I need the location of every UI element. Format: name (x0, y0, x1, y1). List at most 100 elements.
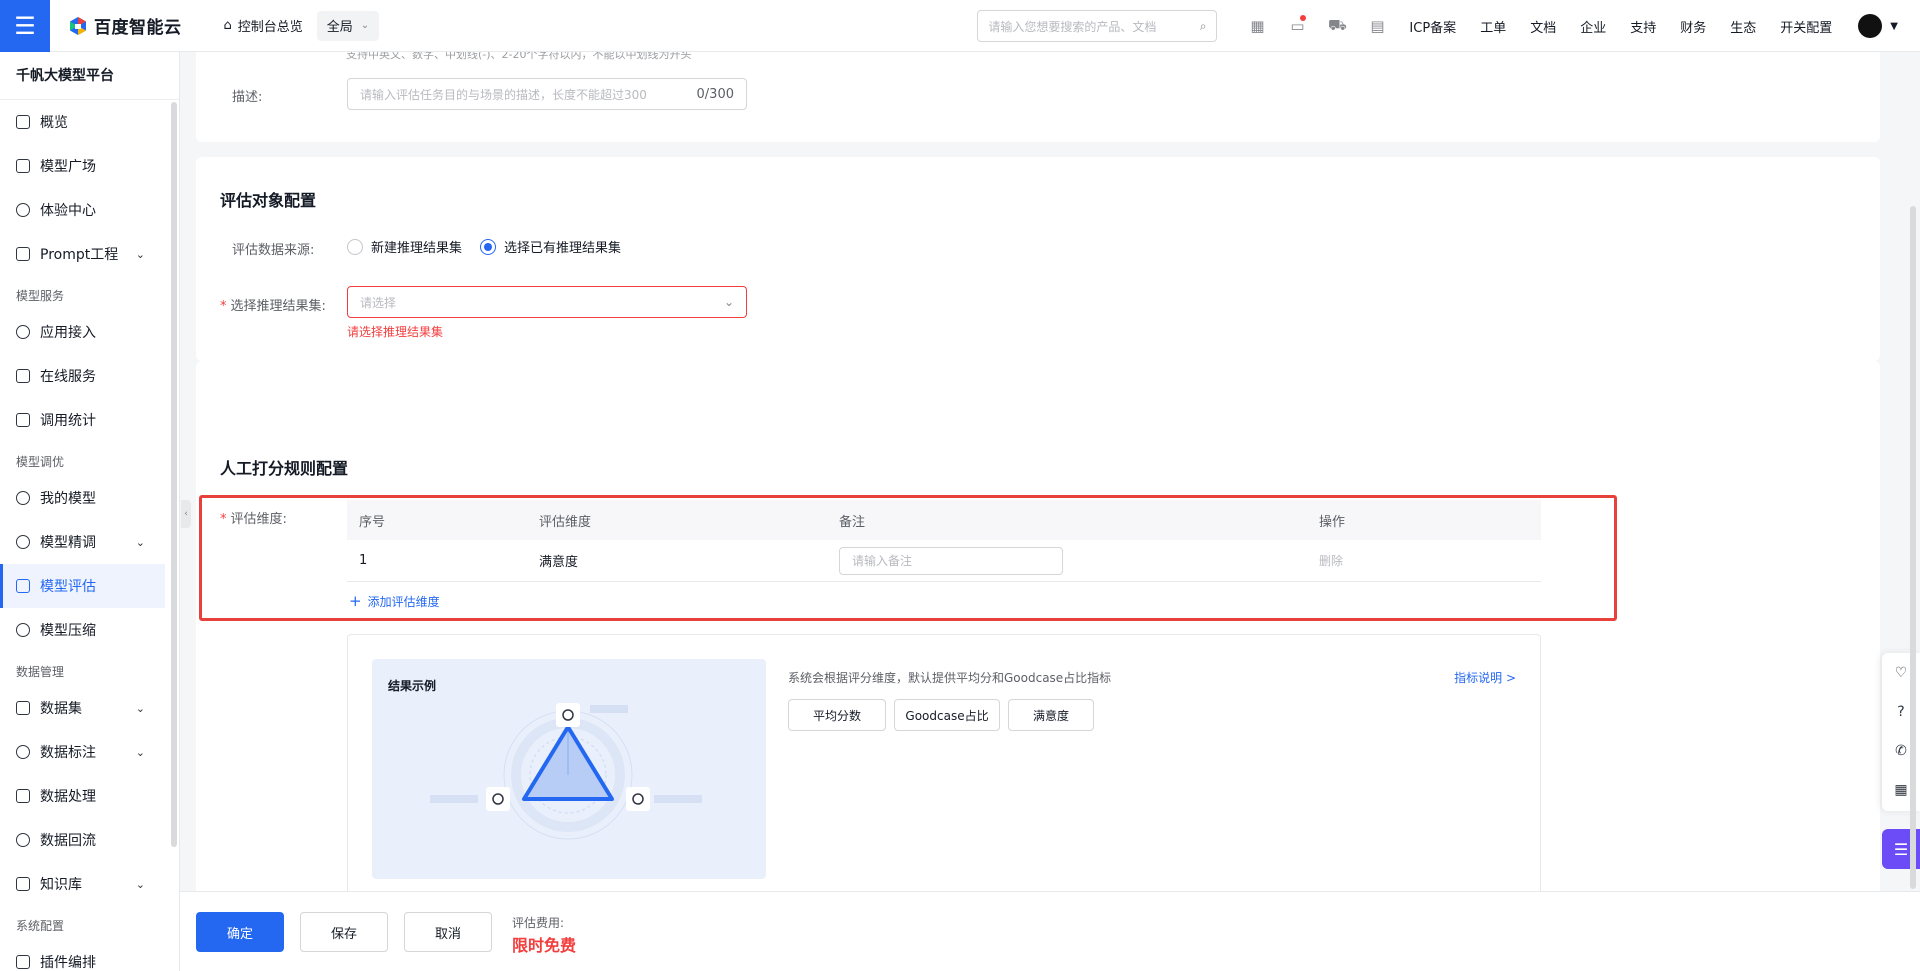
console-home-link[interactable]: ⌂ 控制台总览 (224, 16, 303, 35)
invoice-icon[interactable]: ▤ (1357, 17, 1397, 35)
sidebar-item-label: 数据回流 (40, 833, 96, 849)
add-dimension-label: 添加评估维度 (367, 594, 440, 609)
qrcode-icon[interactable]: ▦ (1237, 17, 1277, 35)
sidebar-item-online-service[interactable]: 在线服务 (0, 354, 165, 398)
desc-label: 描述: (232, 90, 263, 105)
basic-info-card: 支持中英文、数字、中划线(-)、2-20个字符以内，不能以中划线为开头 描述: … (196, 52, 1880, 142)
processing-icon (16, 789, 30, 803)
radio-circle (347, 238, 363, 255)
sidebar-item-label: Prompt工程 (40, 247, 119, 263)
delete-button[interactable]: 删除 (1319, 554, 1343, 568)
search-input[interactable]: 请输入您想要搜索的产品、文档 ⌕ (977, 10, 1218, 42)
radio-new-result-set[interactable]: 新建推理结果集 (347, 237, 462, 256)
remark-placeholder: 请输入备注 (852, 554, 913, 568)
sidebar-item-label: 在线服务 (40, 369, 96, 385)
sidebar-item-model-square[interactable]: 模型广场 (0, 144, 165, 188)
confirm-button[interactable]: 确定 (196, 912, 284, 952)
sidebar-item-annotation[interactable]: 数据标注 ⌄ (0, 730, 165, 774)
sidebar-collapse-handle[interactable]: ‹ (181, 500, 191, 528)
sidebar-item-dataset[interactable]: 数据集 ⌄ (0, 686, 165, 730)
fee-value: 限时免费 (512, 936, 577, 955)
metric-help-link[interactable]: 指标说明 > (1454, 669, 1516, 686)
top-navbar: ☰ 百度智能云 ⌂ 控制台总览 全局 ⌄ 请输入您想要搜索的产品、文档 ⌕ ▦ … (0, 0, 1920, 52)
book-icon (16, 877, 30, 891)
radio-existing-result-set[interactable]: 选择已有推理结果集 (480, 237, 621, 256)
region-value: 全局 (326, 20, 353, 35)
cloud-logo-icon (70, 16, 86, 35)
notification-dot (1300, 15, 1307, 21)
plus-icon: + (349, 592, 362, 610)
row-dimension: 满意度 (539, 555, 579, 570)
search-placeholder: 请输入您想要搜索的产品、文档 (988, 19, 1157, 34)
grid-icon (16, 115, 30, 129)
row-index: 1 (359, 553, 368, 568)
sidebar-item-prompt[interactable]: Prompt工程 ⌄ (0, 232, 165, 276)
caret-down-icon[interactable]: ▼ (1890, 21, 1898, 32)
sidebar-item-overview[interactable]: 概览 (0, 100, 165, 144)
nav-link-icp[interactable]: ICP备案 (1409, 17, 1456, 36)
sidebar-scrollbar[interactable] (171, 102, 177, 847)
user-avatar[interactable] (1858, 14, 1883, 38)
sidebar-item-label: 模型评估 (40, 579, 96, 595)
sidebar-item-experience[interactable]: 体验中心 (0, 188, 165, 232)
page-scrollbar[interactable] (1910, 206, 1916, 889)
table-header: 序号 评估维度 备注 操作 (347, 500, 1541, 540)
cart-icon[interactable]: ⛟ (1317, 16, 1357, 36)
result-set-select[interactable]: 请选择 ⌄ (347, 286, 747, 318)
app-access-icon (16, 325, 30, 339)
select-result-set-label: * 选择推理结果集: (220, 295, 326, 314)
sidebar-item-compress[interactable]: 模型压缩 (0, 608, 165, 652)
select-placeholder: 请选择 (360, 295, 397, 310)
monitor-icon (16, 369, 30, 383)
chevron-down-icon: ⌄ (135, 877, 145, 891)
sidebar-item-processing[interactable]: 数据处理 (0, 774, 165, 818)
nav-link-docs[interactable]: 文档 (1530, 17, 1556, 36)
chevron-down-icon: ⌄ (723, 295, 734, 309)
nav-link-support[interactable]: 支持 (1630, 17, 1656, 36)
name-hint-text: 支持中英文、数字、中划线(-)、2-20个字符以内，不能以中划线为开头 (346, 52, 692, 61)
nav-link-enterprise[interactable]: 企业 (1580, 17, 1606, 36)
sidebar-item-knowledge[interactable]: 知识库 ⌄ (0, 862, 165, 906)
sidebar-item-label: 我的模型 (40, 491, 96, 507)
sidebar-item-call-stats[interactable]: 调用统计 (0, 398, 165, 442)
remark-input[interactable]: 请输入备注 (839, 546, 1063, 575)
radio-label: 新建推理结果集 (371, 241, 463, 256)
sidebar-item-plugin[interactable]: 插件编排 (0, 940, 165, 971)
brand-logo[interactable]: 百度智能云 (68, 13, 182, 38)
console-home-label: 控制台总览 (237, 20, 303, 35)
sidebar-item-label: 概览 (40, 115, 68, 131)
result-example-box: 结果示例 系统会根据评分维度，默认提供平均分和Goodcase占比指标 指标说明… (347, 634, 1541, 902)
sidebar-item-label: 数据集 (40, 701, 82, 717)
sidebar-item-label: 数据处理 (40, 789, 96, 805)
desc-placeholder: 请输入评估任务目的与场景的描述，长度不能超过300 (360, 87, 647, 102)
sidebar-item-fine-tune[interactable]: 模型精调 ⌄ (0, 520, 165, 564)
region-select[interactable]: 全局 ⌄ (316, 10, 380, 41)
add-dimension-button[interactable]: + 添加评估维度 (349, 592, 440, 610)
nav-link-ticket[interactable]: 工单 (1480, 17, 1506, 36)
message-icon[interactable]: ▭ (1277, 15, 1317, 35)
sidebar-item-backflow[interactable]: 数据回流 (0, 818, 165, 862)
sidebar-item-label: 调用统计 (40, 413, 96, 429)
nav-link-ecosystem[interactable]: 生态 (1730, 17, 1756, 36)
sidebar-item-my-models[interactable]: 我的模型 (0, 476, 165, 520)
sidebar-item-model-eval[interactable]: 模型评估 (0, 564, 165, 608)
compress-icon (16, 623, 30, 637)
chevron-down-icon: ⌄ (135, 535, 145, 549)
sidebar-item-label: 体验中心 (40, 203, 96, 219)
col-dimension: 评估维度 (539, 514, 592, 530)
menu-icon[interactable]: ☰ (0, 0, 50, 52)
sidebar-item-app-access[interactable]: 应用接入 (0, 310, 165, 354)
desc-input[interactable]: 请输入评估任务目的与场景的描述，长度不能超过300 0/300 (347, 78, 747, 110)
eval-target-title: 评估对象配置 (220, 191, 317, 210)
fee-label: 评估费用: (512, 916, 565, 930)
nav-link-config[interactable]: 开关配置 (1780, 17, 1832, 36)
database-icon (16, 701, 30, 715)
prompt-icon (16, 247, 30, 261)
cancel-button[interactable]: 取消 (404, 912, 492, 952)
metric-goodcase-ratio: Goodcase占比 (894, 699, 1000, 731)
result-example-illustration: 结果示例 (372, 659, 766, 879)
platform-title: 千帆大模型平台 (0, 52, 179, 100)
nav-link-finance[interactable]: 财务 (1680, 17, 1706, 36)
save-button[interactable]: 保存 (300, 912, 388, 952)
sidebar-group-data: 数据管理 (16, 665, 65, 679)
